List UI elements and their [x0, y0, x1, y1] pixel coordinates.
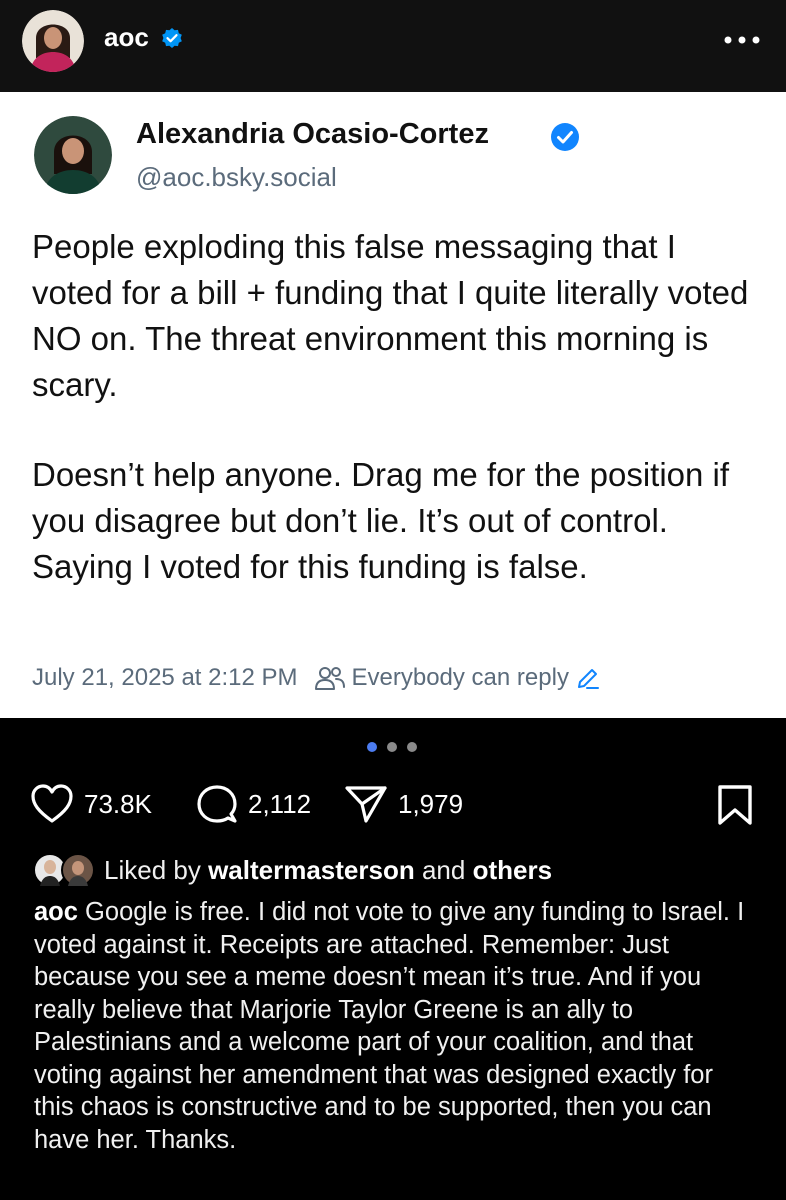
- post-body: People exploding this false messaging th…: [32, 224, 762, 590]
- post-caption: aoc Google is free. I did not vote to gi…: [34, 896, 754, 1156]
- post-header: aoc: [0, 0, 786, 92]
- author-handle: @aoc.bsky.social: [136, 162, 337, 192]
- heart-icon: [31, 784, 73, 823]
- caption-username[interactable]: aoc: [34, 898, 78, 926]
- caption-text: Google is free. I did not vote to give a…: [34, 898, 745, 1154]
- people-icon: [314, 667, 345, 690]
- comment-button[interactable]: 2,112: [196, 784, 311, 824]
- header-username[interactable]: aoc: [104, 22, 149, 53]
- pencil-icon: [577, 669, 599, 689]
- avatar-photo: [22, 10, 84, 72]
- like-count: 73.8K: [84, 788, 152, 819]
- action-bar: 73.8K 2,112 1,979: [0, 776, 786, 832]
- carousel-dot-active: [367, 742, 377, 752]
- send-icon: [345, 786, 387, 823]
- author-avatar: [34, 116, 112, 194]
- reply-setting: Everybody can reply: [351, 664, 569, 691]
- liker-avatars: [34, 853, 95, 887]
- liked-by-user[interactable]: waltermasterson: [208, 855, 415, 886]
- author-avatar-photo: [34, 116, 112, 194]
- post-paragraph: People exploding this false messaging th…: [32, 228, 749, 403]
- post-meta: July 21, 2025 at 2:12 PM Everybody can r…: [32, 664, 601, 692]
- bookmark-icon[interactable]: [716, 784, 754, 826]
- author-name: Alexandria Ocasio-Cortez: [136, 118, 489, 150]
- liked-by-others[interactable]: others: [473, 855, 552, 886]
- post-timestamp: July 21, 2025 at 2:12 PM: [32, 664, 298, 691]
- more-options-icon[interactable]: [722, 34, 762, 46]
- like-button[interactable]: 73.8K: [30, 784, 152, 824]
- comment-icon: [197, 785, 237, 823]
- share-count: 1,979: [398, 788, 464, 819]
- liked-by-row[interactable]: Liked by waltermasterson and others: [34, 852, 552, 888]
- carousel-dot: [407, 742, 417, 752]
- verified-badge-icon: [162, 28, 182, 48]
- comment-count: 2,112: [248, 788, 312, 819]
- liked-by-middle: and: [421, 854, 466, 885]
- profile-avatar[interactable]: [22, 10, 84, 72]
- carousel-indicator: [367, 742, 417, 752]
- post-paragraph: Doesn’t help anyone. Drag me for the pos…: [32, 456, 730, 585]
- bluesky-verified-icon: [551, 123, 579, 151]
- share-button[interactable]: 1,979: [344, 784, 463, 824]
- liked-by-prefix: Liked by: [104, 854, 201, 885]
- post-image[interactable]: Alexandria Ocasio-Cortez @aoc.bsky.socia…: [0, 92, 786, 718]
- carousel-dot: [387, 742, 397, 752]
